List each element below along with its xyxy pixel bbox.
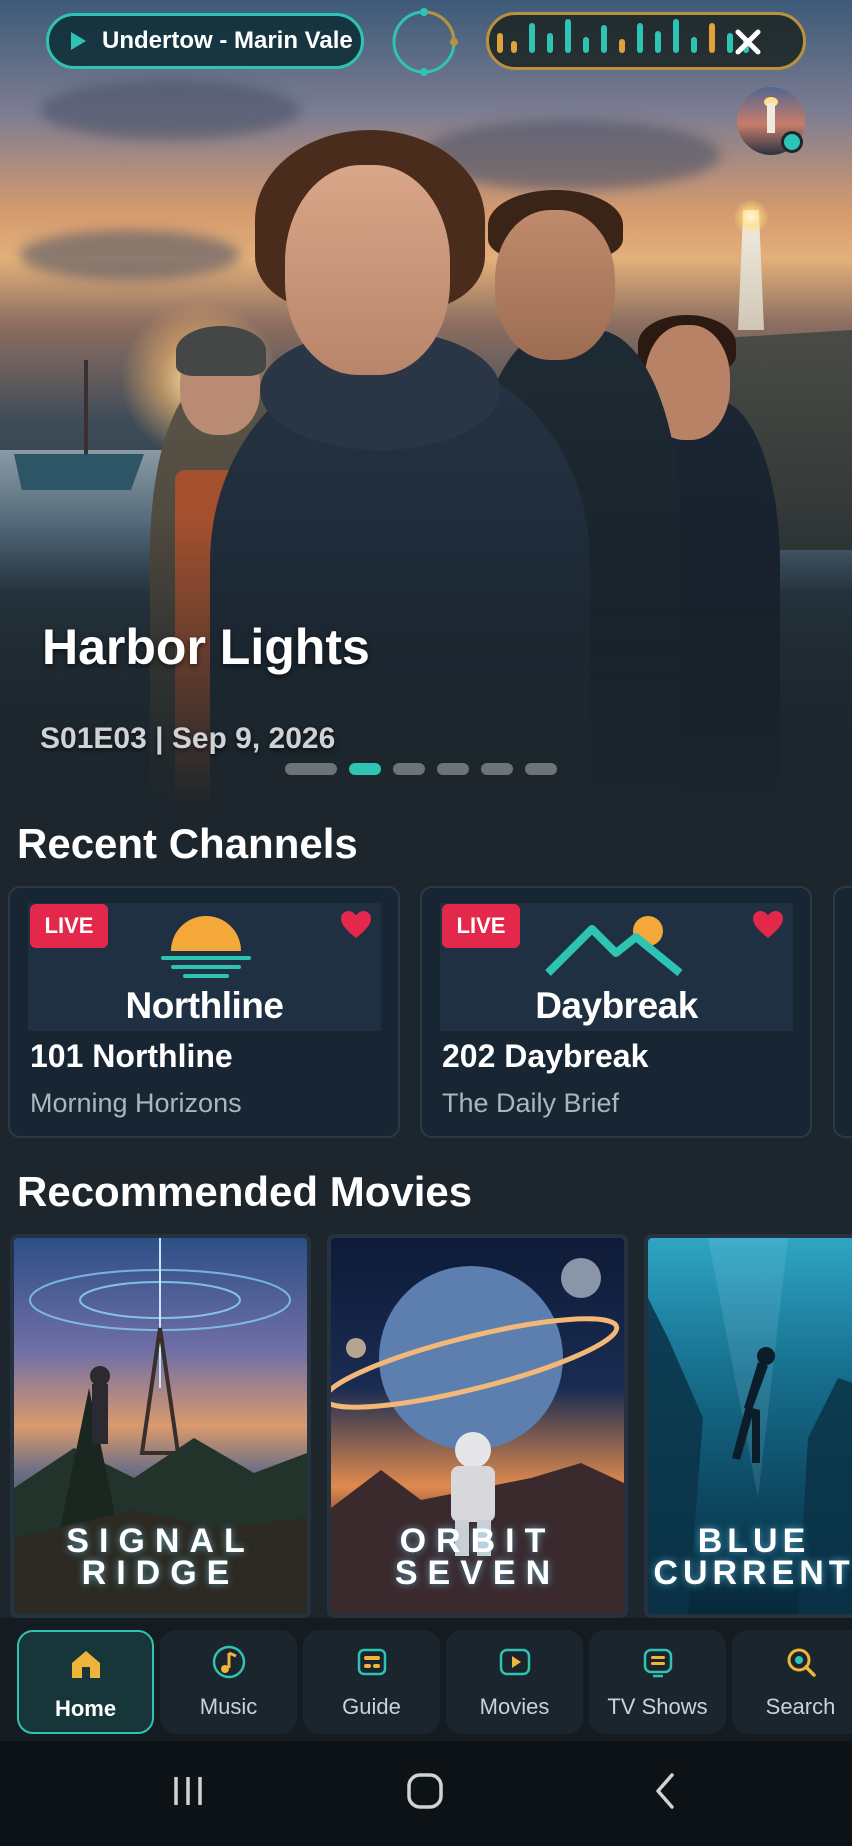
music-note-icon: [212, 1645, 245, 1679]
eq-bar: [637, 23, 643, 53]
nav-item-tv-shows[interactable]: TV Shows: [589, 1630, 726, 1734]
channel-card[interactable]: Daybreak LIVE 202 Daybreak The Daily Bri…: [420, 886, 812, 1138]
nav-item-search[interactable]: Search: [732, 1630, 852, 1734]
hero-cloud: [20, 230, 240, 280]
hero-cloud: [40, 80, 300, 140]
movie-poster[interactable]: BLUE CURRENT: [644, 1234, 852, 1618]
now-playing-pill[interactable]: Undertow - Marin Vale: [46, 13, 364, 69]
channel-card-peek[interactable]: [833, 886, 852, 1138]
live-badge: LIVE: [442, 904, 520, 948]
eq-bar: [511, 41, 517, 53]
nav-label: Search: [765, 1694, 836, 1719]
hero-boat: [14, 360, 144, 490]
nav-label: Guide: [342, 1694, 401, 1719]
hero-title: Harbor Lights: [42, 619, 370, 675]
home-button-icon[interactable]: [405, 1771, 445, 1811]
now-playing-text: Undertow - Marin Vale: [102, 27, 353, 54]
channel-logo-text: Northline: [125, 985, 284, 1026]
channel-logo-text: Daybreak: [535, 985, 698, 1026]
bottom-nav-bar: Home Music Guide Movies TV Shows Search: [0, 1618, 852, 1741]
eq-bar: [601, 25, 607, 53]
hero-banner[interactable]: Harbor Lights S01E03 | Sep 9, 2026: [0, 0, 852, 810]
nav-label: Home: [54, 1696, 117, 1721]
recent-channels-heading: Recent Channels: [17, 820, 358, 867]
nav-item-home[interactable]: Home: [17, 1630, 154, 1734]
close-icon[interactable]: [731, 25, 765, 59]
movie-poster[interactable]: SIGNAL RIDGE: [10, 1234, 311, 1618]
hero-person-head: [285, 165, 450, 375]
carousel-dots: [285, 763, 557, 775]
movie-title-line: CURRENT: [653, 1554, 852, 1592]
online-status-dot: [781, 131, 803, 153]
live-badge: LIVE: [30, 904, 108, 948]
home-icon: [71, 1651, 100, 1678]
hero-lighthouse-light: [734, 200, 768, 234]
carousel-dot-active[interactable]: [349, 763, 381, 775]
tv-icon: [643, 1648, 672, 1678]
sunrise-icon: [161, 916, 251, 978]
nav-label: Movies: [479, 1694, 550, 1719]
eq-bar: [529, 23, 535, 53]
carousel-dot[interactable]: [393, 763, 425, 775]
nav-label: TV Shows: [607, 1694, 708, 1719]
eq-bar: [583, 37, 589, 53]
eq-bar: [497, 33, 503, 53]
system-nav-bar: [0, 1741, 852, 1846]
favorite-heart-icon[interactable]: [752, 910, 784, 940]
movie-title-line: SEVEN: [394, 1554, 561, 1592]
nav-item-music[interactable]: Music: [160, 1630, 297, 1734]
back-icon[interactable]: [646, 1771, 686, 1811]
nav-item-guide[interactable]: Guide: [303, 1630, 440, 1734]
avatar-lighthouse: [767, 103, 775, 133]
favorite-heart-icon[interactable]: [340, 910, 372, 940]
recommended-movies-heading: Recommended Movies: [17, 1168, 473, 1215]
carousel-dot[interactable]: [481, 763, 513, 775]
channel-number-name: 202 Daybreak: [442, 1038, 649, 1074]
guide-icon: [357, 1648, 386, 1676]
loading-ring-icon: [392, 8, 458, 76]
carousel-dot[interactable]: [285, 763, 337, 775]
play-icon: [71, 32, 86, 50]
channel-card[interactable]: Northline LIVE 101 Northline Morning Hor…: [8, 886, 400, 1138]
eq-bar: [619, 39, 625, 53]
eq-bar: [565, 19, 571, 53]
mountain-sun-icon: [545, 916, 683, 977]
nav-item-movies[interactable]: Movies: [446, 1630, 583, 1734]
eq-bar: [547, 33, 553, 53]
channel-current-show: Morning Horizons: [30, 1088, 242, 1118]
nav-label: Music: [199, 1694, 258, 1719]
channel-current-show: The Daily Brief: [442, 1088, 620, 1118]
recent-apps-icon[interactable]: [168, 1771, 208, 1811]
movie-title-line: RIDGE: [81, 1554, 240, 1592]
eq-bar: [655, 31, 661, 53]
channel-number-name: 101 Northline: [30, 1038, 233, 1074]
audio-visualizer[interactable]: [486, 12, 806, 70]
eq-bar: [709, 23, 715, 53]
eq-bar: [673, 19, 679, 53]
hero-episode-date: S01E03 | Sep 9, 2026: [40, 722, 336, 755]
hero-person-hat: [176, 326, 266, 376]
carousel-dot[interactable]: [525, 763, 557, 775]
recent-channels-row[interactable]: Northline LIVE 101 Northline Morning Hor…: [8, 886, 852, 1140]
recommended-movies-row[interactable]: SIGNAL RIDGE ORBIT SEVEN BLUE CURRENT: [0, 1234, 852, 1618]
hero-person-head: [495, 210, 615, 360]
search-icon: [787, 1648, 816, 1677]
movie-play-icon: [499, 1648, 530, 1676]
movie-poster[interactable]: ORBIT SEVEN: [327, 1234, 628, 1618]
eq-bar: [691, 37, 697, 53]
carousel-dot[interactable]: [437, 763, 469, 775]
